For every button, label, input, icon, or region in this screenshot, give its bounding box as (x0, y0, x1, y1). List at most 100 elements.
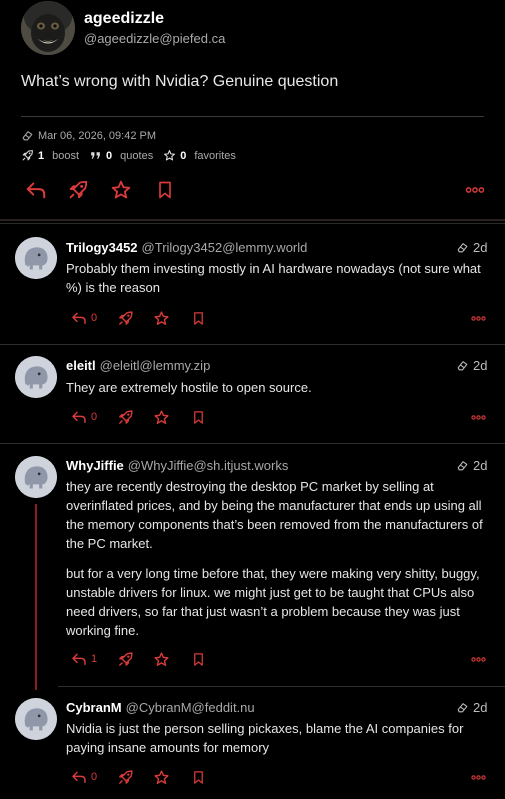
post-actions (0, 178, 505, 202)
more-icon[interactable] (464, 179, 486, 201)
post-stats: 1 boost 0 quotes 0 favorites (21, 149, 246, 162)
reply-count: 1 (91, 653, 98, 665)
author-name[interactable]: ageedizzle (84, 10, 164, 28)
reply-item[interactable]: eleitl @eleitl@lemmy.zip 2d They are ext… (0, 345, 505, 443)
reply-author-handle[interactable]: @Trilogy3452@lemmy.world (142, 240, 308, 255)
boosts-label: boost (52, 149, 80, 162)
favorites-label: favorites (194, 149, 236, 162)
reply-author-name[interactable]: eleitl (66, 358, 96, 373)
quotes-count: 0 (106, 149, 113, 162)
avatar[interactable] (15, 237, 57, 279)
reply-paragraph: Probably them investing mostly in AI har… (66, 261, 481, 295)
avatar[interactable] (15, 698, 57, 740)
star-icon (163, 149, 176, 162)
reply-time[interactable]: 2d (456, 358, 487, 373)
quotes-stat[interactable]: 0 quotes (89, 149, 153, 162)
favorites-count: 0 (180, 149, 187, 162)
rocket-icon[interactable] (67, 179, 89, 201)
reply-item[interactable]: CybranM @CybranM@feddit.nu 2d Nvidia is … (0, 687, 505, 799)
rocket-icon[interactable] (117, 769, 134, 786)
reply-header: Trilogy3452 @Trilogy3452@lemmy.world (66, 240, 307, 255)
reply-count: 0 (91, 411, 98, 423)
reply-icon (71, 409, 87, 425)
reply-button[interactable]: 1 (71, 651, 97, 667)
quote-icon (89, 149, 102, 162)
star-icon[interactable] (153, 409, 170, 426)
eraser-icon (21, 129, 34, 142)
bookmark-icon[interactable] (191, 652, 206, 667)
reply-text: they are recently destroying the desktop… (66, 477, 486, 640)
avatar[interactable] (15, 456, 57, 498)
main-post: ageedizzle @ageedizzle@piefed.ca What’s … (0, 0, 505, 220)
quotes-label: quotes (120, 149, 154, 162)
reply-button[interactable]: 0 (71, 310, 97, 326)
reply-item[interactable]: Trilogy3452 @Trilogy3452@lemmy.world 2d … (0, 224, 505, 344)
more-icon[interactable] (470, 651, 487, 668)
author-avatar[interactable] (21, 1, 75, 55)
author-handle[interactable]: @ageedizzle@piefed.ca (84, 31, 225, 46)
more-icon[interactable] (470, 769, 487, 786)
reply-time[interactable]: 2d (456, 458, 487, 473)
avatar[interactable] (15, 356, 57, 398)
reply-icon (71, 651, 87, 667)
section-divider (0, 219, 505, 221)
reply-button[interactable]: 0 (71, 409, 97, 425)
boosts-stat[interactable]: 1 boost (21, 149, 79, 162)
post-timestamp[interactable]: Mar 06, 2026, 09:42 PM (38, 130, 156, 142)
bookmark-icon[interactable] (191, 410, 206, 425)
reply-time[interactable]: 2d (456, 240, 487, 255)
more-icon[interactable] (470, 310, 487, 327)
reply-author-handle[interactable]: @CybranM@feddit.nu (126, 700, 255, 715)
mastodon-elephant-icon (15, 698, 57, 740)
reply-icon[interactable] (25, 179, 47, 201)
star-icon[interactable] (153, 310, 170, 327)
reply-author-name[interactable]: WhyJiffie (66, 458, 124, 473)
bookmark-icon[interactable] (191, 770, 206, 785)
reply-icon (71, 769, 87, 785)
reply-paragraph: Nvidia is just the person selling pickax… (66, 721, 464, 755)
reply-time-text: 2d (473, 358, 488, 373)
reply-actions: 0 (0, 309, 505, 327)
bookmark-icon[interactable] (191, 311, 206, 326)
reply-header: eleitl @eleitl@lemmy.zip (66, 358, 210, 373)
mastodon-elephant-icon (15, 237, 57, 279)
reply-author-handle[interactable]: @WhyJiffie@sh.itjust.works (128, 458, 289, 473)
rocket-icon[interactable] (117, 409, 134, 426)
eraser-icon (456, 359, 469, 372)
eraser-icon (456, 459, 469, 472)
reply-time-text: 2d (473, 240, 488, 255)
star-icon[interactable] (153, 651, 170, 668)
reply-actions: 0 (0, 408, 505, 426)
eraser-icon (456, 701, 469, 714)
reply-count: 0 (91, 312, 98, 324)
reply-icon (71, 310, 87, 326)
reply-button[interactable]: 0 (71, 769, 97, 785)
reply-time-text: 2d (473, 458, 488, 473)
reply-count: 0 (91, 771, 98, 783)
boosts-count: 1 (38, 149, 45, 162)
reply-time[interactable]: 2d (456, 700, 487, 715)
reply-author-handle[interactable]: @eleitl@lemmy.zip (100, 358, 211, 373)
reply-actions: 0 (0, 768, 505, 786)
reply-author-name[interactable]: Trilogy3452 (66, 240, 138, 255)
more-icon[interactable] (470, 409, 487, 426)
rocket-icon[interactable] (117, 651, 134, 668)
eraser-icon (456, 241, 469, 254)
reply-actions: 1 (0, 650, 505, 668)
reply-text: They are extremely hostile to open sourc… (66, 378, 486, 397)
rocket-icon[interactable] (117, 310, 134, 327)
bookmark-icon[interactable] (155, 180, 175, 200)
star-icon[interactable] (153, 769, 170, 786)
mastodon-elephant-icon (15, 356, 57, 398)
star-icon[interactable] (110, 179, 132, 201)
favorites-stat[interactable]: 0 favorites (163, 149, 236, 162)
post-text: What’s wrong with Nvidia? Genuine questi… (21, 73, 339, 90)
reply-header: CybranM @CybranM@feddit.nu (66, 700, 255, 715)
reply-text: Probably them investing mostly in AI har… (66, 259, 486, 297)
reply-item[interactable]: WhyJiffie @WhyJiffie@sh.itjust.works 2d … (0, 444, 505, 690)
rocket-icon (21, 149, 34, 162)
reply-text: Nvidia is just the person selling pickax… (66, 719, 486, 757)
reply-paragraph: they are recently destroying the desktop… (66, 479, 483, 551)
reply-author-name[interactable]: CybranM (66, 700, 122, 715)
post-timestamp-row: Mar 06, 2026, 09:42 PM (21, 129, 156, 142)
